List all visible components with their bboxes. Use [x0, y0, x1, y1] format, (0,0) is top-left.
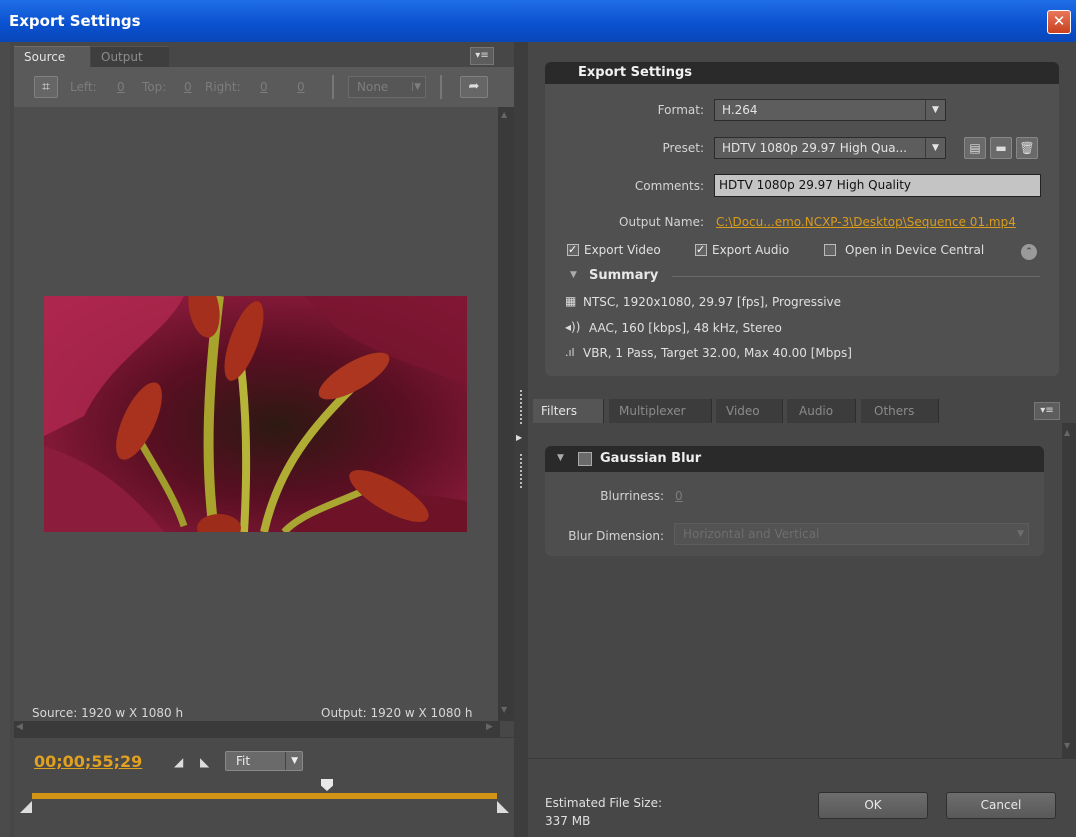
chevron-down-icon: |▼ [411, 82, 421, 92]
blur-dimension-label: Blur Dimension: [568, 529, 664, 543]
preview-image [44, 296, 467, 532]
chevron-down-icon: ▼ [285, 752, 298, 770]
summary-label: Summary [589, 268, 659, 283]
blur-dimension-select[interactable]: Horizontal and Vertical ▼ [674, 523, 1029, 545]
panel-menu-icon[interactable]: ▾≡ [470, 47, 494, 65]
format-select[interactable]: H.264 ▼ [714, 99, 946, 121]
output-name-label: Output Name: [619, 215, 704, 229]
crop-top-label: Top: [142, 80, 167, 94]
collapse-up-icon[interactable]: ⌃ [1021, 244, 1037, 260]
crop-toolbar: ⌗ Left: 0 Top: 0 Right: 0 0 None |▼ ➦ [14, 67, 514, 107]
collapse-arrow-icon[interactable]: ▶ [516, 433, 522, 442]
tab-source[interactable]: Source [14, 46, 90, 67]
splitter-grip-icon [520, 390, 522, 424]
close-button[interactable]: ✕ [1047, 10, 1071, 34]
chevron-down-icon: ▼ [925, 100, 945, 120]
bitrate-icon: .ıl [565, 346, 575, 359]
chevron-down-icon: ▼ [1017, 529, 1024, 539]
preset-label: Preset: [662, 141, 704, 155]
zoom-select[interactable]: Fit ▼ [225, 751, 303, 771]
estimated-size-label: Estimated File Size: [545, 796, 663, 810]
crop-bottom-value[interactable]: 0 [297, 80, 305, 94]
gaussian-blur-title: Gaussian Blur [600, 451, 702, 466]
tab-output[interactable]: Output [91, 46, 169, 67]
preset-select[interactable]: HDTV 1080p 29.97 High Qua... ▼ [714, 137, 946, 159]
tab-others[interactable]: Others [861, 399, 939, 423]
ok-button[interactable]: OK [818, 792, 928, 819]
gaussian-blur-checkbox[interactable] [578, 452, 592, 466]
tab-audio[interactable]: Audio [787, 399, 856, 423]
preset-value: HDTV 1080p 29.97 High Qua... [722, 141, 907, 155]
scroll-up-icon[interactable]: ▲ [1064, 428, 1070, 437]
blurriness-label: Blurriness: [600, 489, 664, 503]
cancel-button[interactable]: Cancel [946, 792, 1056, 819]
device-central-checkbox[interactable] [824, 244, 836, 256]
blurriness-value[interactable]: 0 [675, 489, 683, 503]
viewer-horizontal-scrollbar[interactable]: ◀ ▶ [14, 721, 500, 737]
timecode[interactable]: 00;00;55;29 [34, 752, 142, 771]
tab-multiplexer[interactable]: Multiplexer [609, 399, 712, 423]
summary-divider [672, 276, 1040, 277]
scroll-down-icon[interactable]: ▼ [501, 705, 507, 714]
output-arrow-icon[interactable]: ➦ [460, 76, 488, 98]
tab-video[interactable]: Video [716, 399, 783, 423]
blur-dimension-value: Horizontal and Vertical [683, 527, 820, 541]
work-area-bar[interactable] [32, 793, 497, 799]
splitter-grip-icon [520, 454, 522, 488]
summary-video: NTSC, 1920x1080, 29.97 [fps], Progressiv… [583, 295, 842, 309]
crop-right-value[interactable]: 0 [260, 80, 268, 94]
format-value: H.264 [722, 103, 758, 117]
chevron-down-icon: ▼ [925, 138, 945, 158]
viewer-vertical-scrollbar[interactable]: ▲ ▼ [498, 107, 514, 721]
crop-right-label: Right: [205, 80, 241, 94]
scroll-down-icon[interactable]: ▼ [1064, 741, 1070, 750]
gaussian-blur-header: ▼ Gaussian Blur [545, 446, 1044, 472]
film-icon: ▦ [565, 294, 577, 308]
scroll-up-icon[interactable]: ▲ [501, 110, 507, 119]
tab-filters[interactable]: Filters [533, 399, 604, 423]
export-video-label: Export Video [584, 243, 661, 257]
crop-icon[interactable]: ⌗ [34, 76, 58, 98]
export-audio-checkbox[interactable]: ✓ [695, 244, 707, 256]
source-dimensions: Source: 1920 w X 1080 h [32, 706, 184, 720]
zoom-value: Fit [236, 754, 251, 768]
output-name-link[interactable]: C:\Docu...emo.NCXP-3\Desktop\Sequence 01… [716, 215, 1016, 229]
crop-ratio-value: None [357, 80, 389, 94]
scroll-left-icon[interactable]: ◀ [16, 722, 23, 732]
delete-preset-icon[interactable]: 🗑 [1016, 137, 1038, 159]
filter-toggle-icon[interactable]: ▼ [557, 453, 564, 463]
filters-vertical-scrollbar[interactable]: ▲ ▼ [1062, 423, 1076, 758]
scroll-right-icon[interactable]: ▶ [486, 722, 493, 732]
summary-toggle-icon[interactable]: ▼ [570, 270, 577, 280]
comments-label: Comments: [634, 179, 704, 193]
toolbar-divider [440, 75, 442, 99]
summary-audio: AAC, 160 [kbps], 48 kHz, Stereo [589, 321, 782, 335]
estimated-size-value: 337 MB [545, 814, 591, 828]
preview-viewer: Source: 1920 w X 1080 h Output: 1920 w X… [14, 107, 498, 721]
summary-bitrate: VBR, 1 Pass, Target 32.00, Max 40.00 [Mb… [583, 346, 852, 360]
save-preset-icon[interactable]: ▤ [964, 137, 986, 159]
comments-field[interactable]: HDTV 1080p 29.97 High Quality [714, 174, 1041, 197]
crop-left-value[interactable]: 0 [117, 80, 125, 94]
output-dimensions: Output: 1920 w X 1080 h [321, 706, 473, 720]
export-video-checkbox[interactable]: ✓ [567, 244, 579, 256]
speaker-icon: ◂)) [565, 320, 581, 334]
export-audio-label: Export Audio [712, 243, 790, 257]
window-title: Export Settings [0, 0, 1076, 42]
export-settings-header: Export Settings [545, 62, 1059, 84]
format-label: Format: [657, 103, 704, 117]
device-central-label: Open in Device Central [845, 243, 985, 257]
crop-ratio-select[interactable]: None |▼ [348, 76, 426, 98]
crop-left-label: Left: [70, 80, 97, 94]
import-preset-icon[interactable]: ▬ [990, 137, 1012, 159]
crop-top-value[interactable]: 0 [184, 80, 192, 94]
set-in-point-icon[interactable]: ◢ [174, 755, 183, 769]
panel-menu-icon[interactable]: ▾≡ [1034, 402, 1060, 420]
toolbar-divider [332, 75, 334, 99]
set-out-point-icon[interactable]: ◣ [200, 755, 209, 769]
